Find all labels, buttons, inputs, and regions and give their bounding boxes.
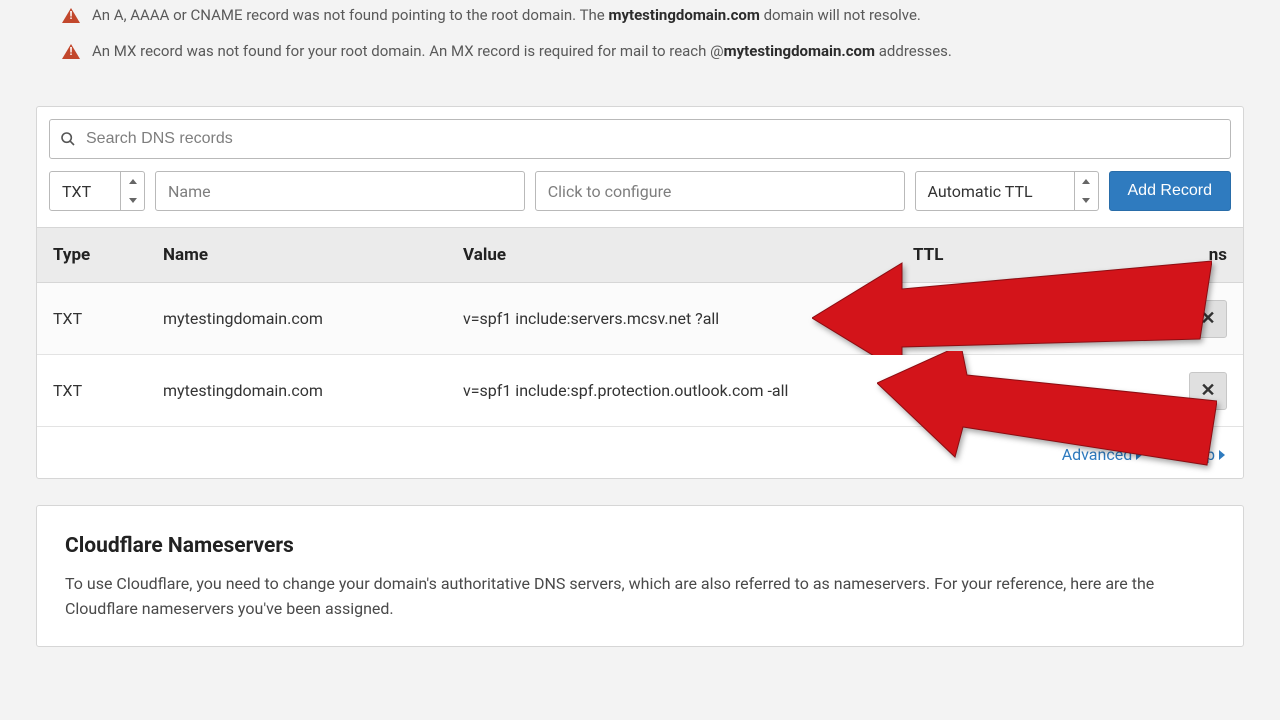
col-actions: ns (1093, 245, 1227, 265)
warning-icon (62, 44, 80, 59)
cell-type: TXT (53, 381, 163, 400)
delete-record-button[interactable]: ✕ (1189, 300, 1227, 338)
nameservers-panel: Cloudflare Nameservers To use Cloudflare… (36, 505, 1244, 647)
link-label: Help (1182, 445, 1215, 464)
stepper-icon (120, 172, 144, 210)
cell-value: v=spf1 include:servers.mcsv.net ?all (463, 309, 913, 328)
search-icon (60, 131, 76, 147)
col-name: Name (163, 245, 463, 265)
nameservers-body: To use Cloudflare, you need to change yo… (65, 572, 1215, 622)
col-type: Type (53, 245, 163, 265)
chevron-down-icon (1082, 198, 1090, 203)
cell-value: v=spf1 include:spf.protection.outlook.co… (463, 381, 913, 400)
chevron-down-icon (129, 198, 137, 203)
record-value-input[interactable]: Click to configure (535, 171, 905, 211)
add-record-button[interactable]: Add Record (1109, 171, 1232, 211)
record-type-value: TXT (62, 182, 91, 201)
placeholder-text: Name (168, 182, 211, 201)
warning-mx-record: An MX record was not found for your root… (62, 42, 1244, 60)
table-row[interactable]: TXT mytestingdomain.com v=spf1 include:s… (37, 355, 1243, 427)
button-label: Add Record (1128, 182, 1213, 200)
search-dns-records[interactable] (49, 119, 1231, 159)
close-icon: ✕ (1200, 380, 1215, 401)
record-name-input[interactable]: Name (155, 171, 525, 211)
table-header: Type Name Value TTL ns (37, 227, 1243, 283)
caret-right-icon (1219, 450, 1225, 460)
chevron-up-icon (1082, 179, 1090, 184)
warning-icon (62, 8, 80, 23)
delete-record-button[interactable]: ✕ (1189, 372, 1227, 410)
add-record-form: TXT Name Click to configure Automatic TT… (37, 167, 1243, 227)
help-link[interactable]: Help (1182, 445, 1225, 464)
caret-right-icon (1136, 450, 1142, 460)
warning-a-record: An A, AAAA or CNAME record was not found… (62, 6, 1244, 24)
dns-warnings: An A, AAAA or CNAME record was not found… (36, 0, 1244, 106)
warning-text: An A, AAAA or CNAME record was not found… (92, 6, 921, 24)
col-value: Value (463, 245, 913, 265)
cell-name: mytestingdomain.com (163, 309, 463, 328)
nameservers-heading: Cloudflare Nameservers (65, 534, 1215, 558)
record-ttl-value: Automatic TTL (928, 182, 1033, 201)
placeholder-text: Click to configure (548, 182, 672, 201)
warning-text: An MX record was not found for your root… (92, 42, 952, 60)
search-input[interactable] (86, 130, 1220, 148)
record-ttl-select[interactable]: Automatic TTL (915, 171, 1099, 211)
cell-name: mytestingdomain.com (163, 381, 463, 400)
col-ttl: TTL (913, 245, 1093, 265)
dns-records-table: Type Name Value TTL ns TXT mytestingdoma… (37, 227, 1243, 427)
cell-ttl: Automatic (913, 309, 1093, 328)
table-row[interactable]: TXT mytestingdomain.com v=spf1 include:s… (37, 283, 1243, 355)
chevron-up-icon (129, 179, 137, 184)
record-type-select[interactable]: TXT (49, 171, 145, 211)
stepper-icon (1074, 172, 1098, 210)
panel-footer-links: Advanced Help (37, 427, 1243, 478)
link-label: Advanced (1062, 445, 1133, 464)
cell-type: TXT (53, 309, 163, 328)
close-icon: ✕ (1200, 308, 1215, 329)
dns-records-panel: TXT Name Click to configure Automatic TT… (36, 106, 1244, 479)
advanced-link[interactable]: Advanced (1062, 445, 1143, 464)
